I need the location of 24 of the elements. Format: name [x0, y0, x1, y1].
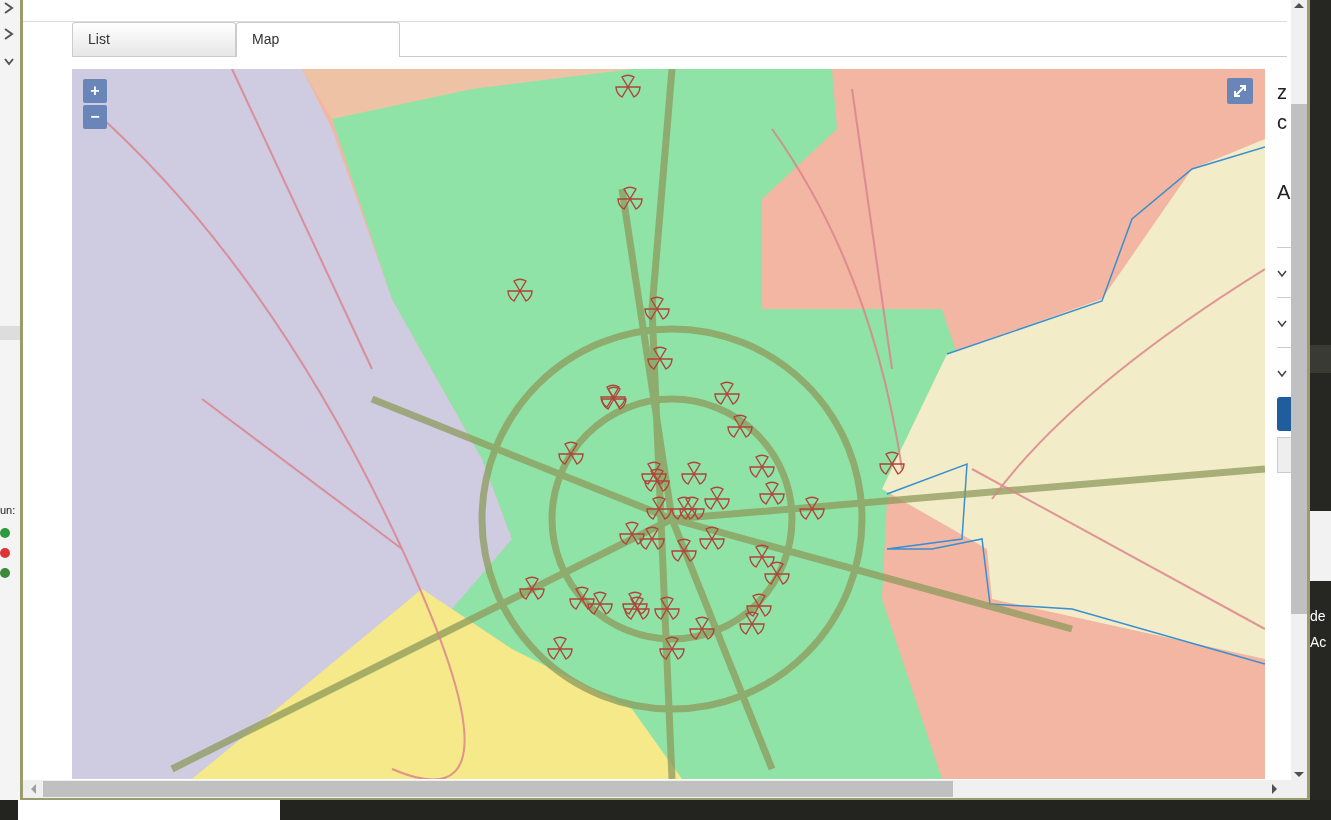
- panel-strip: [1310, 345, 1331, 373]
- chevron-icon[interactable]: [1277, 270, 1287, 278]
- fullscreen-button[interactable]: [1227, 78, 1253, 104]
- chevron-icon[interactable]: [1277, 370, 1287, 378]
- panel-strip: [0, 326, 20, 340]
- panel-text: Ac: [1310, 633, 1327, 652]
- tab[interactable]: Map: [236, 22, 400, 57]
- expand-icon: [1232, 83, 1248, 99]
- tab[interactable]: List: [72, 22, 236, 56]
- panel-strip: [1310, 511, 1331, 581]
- zoom-out-button[interactable]: −: [83, 105, 107, 129]
- chevron-icon[interactable]: [1277, 320, 1287, 328]
- panel-text: A: [1277, 180, 1291, 205]
- scroll-right-icon[interactable]: [1272, 784, 1277, 794]
- panel-text: de: [1310, 607, 1326, 626]
- scrollbar-thumb[interactable]: [43, 781, 953, 797]
- panel-text: c: [1277, 110, 1288, 135]
- scroll-left-icon[interactable]: [31, 784, 36, 794]
- panel-text: z: [1277, 80, 1288, 105]
- scrollbar-thumb[interactable]: [1291, 104, 1307, 614]
- panel-label: un:: [0, 504, 16, 516]
- map-drawing[interactable]: [72, 69, 1265, 779]
- zoom-in-button[interactable]: +: [83, 79, 107, 103]
- scroll-up-icon[interactable]: [1294, 3, 1304, 8]
